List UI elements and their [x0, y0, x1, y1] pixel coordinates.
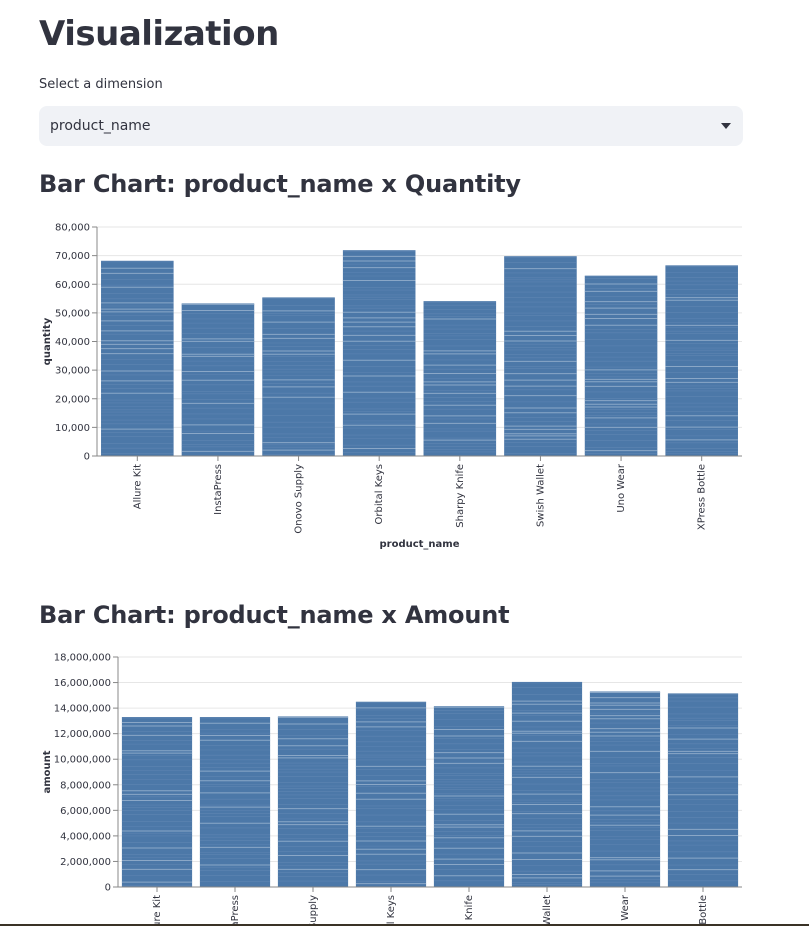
y-tick-label: 20,000	[55, 394, 90, 405]
y-tick-label: 0	[84, 452, 90, 463]
y-tick-label: 8,000,000	[60, 780, 111, 791]
x-tick-label: Sharpy Knife	[455, 464, 466, 528]
x-tick-label: Orbital Keys	[386, 895, 397, 926]
bar-rect[interactable]	[199, 717, 271, 887]
bar-instapress[interactable]	[181, 303, 255, 456]
bar-sharpy-knife[interactable]	[423, 301, 497, 456]
select-dimension-label: Select a dimension	[39, 77, 163, 92]
y-tick-label: 6,000,000	[60, 806, 111, 817]
y-tick-label: 10,000,000	[54, 755, 111, 766]
bar-orbital-keys[interactable]	[355, 701, 427, 887]
y-tick-label: 12,000,000	[54, 729, 111, 740]
bar-xpress-bottle[interactable]	[665, 265, 738, 456]
y-tick-label: 18,000,000	[54, 653, 111, 664]
x-tick-label: Swish Wallet	[542, 895, 553, 926]
y-axis-title: quantity	[42, 317, 53, 365]
x-tick-label: Sharpy Knife	[464, 895, 475, 926]
x-tick-label: Onovo Supply	[308, 895, 319, 926]
x-tick-label: Swish Wallet	[535, 464, 546, 527]
y-tick-label: 80,000	[55, 223, 90, 234]
x-tick-label: Orbital Keys	[374, 464, 385, 524]
bar-allure-kit[interactable]	[121, 717, 193, 887]
dimension-select-value: product_name	[50, 118, 151, 134]
bar-rect[interactable]	[584, 275, 658, 456]
chart-heading-amount: Bar Chart: product_name x Amount	[39, 601, 510, 629]
x-tick-label: Uno Wear	[620, 894, 631, 926]
bar-rect[interactable]	[433, 706, 505, 887]
bar-swish-wallet[interactable]	[504, 256, 577, 456]
bar-sharpy-knife[interactable]	[433, 706, 505, 887]
x-axis-title: product_name	[379, 539, 459, 550]
x-tick-label: XPress Bottle	[697, 464, 708, 530]
chevron-down-icon	[721, 123, 731, 129]
bar-rect[interactable]	[121, 717, 193, 887]
y-tick-label: 14,000,000	[54, 704, 111, 715]
bar-chart-quantity: 0 10,000 20,000 30,000 40,000 50,000 60,000 70,…	[42, 223, 742, 550]
bar-instapress[interactable]	[199, 717, 271, 887]
bar-onovo-supply[interactable]	[262, 297, 335, 456]
bar-xpress-bottle[interactable]	[667, 693, 739, 887]
dimension-select[interactable]: product_name	[39, 106, 743, 146]
y-axis-title: amount	[42, 750, 53, 793]
x-tick-label: InstaPress	[230, 895, 241, 926]
bar-swish-wallet[interactable]	[511, 681, 583, 887]
y-tick-label: 10,000	[55, 423, 90, 434]
bar-chart-amount: 0 2,000,000 4,000,000 6,000,000 8,000,000 10,…	[42, 653, 742, 926]
x-tick-label: Allure Kit	[152, 895, 163, 926]
bar-rect[interactable]	[277, 716, 349, 887]
x-tick-label: InstaPress	[213, 464, 224, 515]
y-tick-label: 4,000,000	[60, 831, 111, 842]
x-tick-label: Allure Kit	[132, 464, 143, 509]
chart-heading-quantity: Bar Chart: product_name x Quantity	[39, 170, 521, 198]
y-tick-label: 0	[105, 883, 111, 894]
y-tick-label: 70,000	[55, 251, 90, 262]
y-tick-label: 2,000,000	[60, 857, 111, 868]
page-title: Visualization	[39, 14, 279, 54]
bar-onovo-supply[interactable]	[277, 716, 349, 887]
bar-rect[interactable]	[355, 701, 427, 887]
bar-rect[interactable]	[262, 297, 335, 456]
x-tick-label: Onovo Supply	[294, 464, 305, 534]
bar-allure-kit[interactable]	[101, 260, 174, 456]
bar-uno-wear[interactable]	[584, 275, 658, 456]
y-tick-label: 16,000,000	[54, 678, 111, 689]
x-tick-label: Uno Wear	[616, 463, 627, 513]
bar-uno-wear[interactable]	[589, 691, 661, 888]
y-tick-label: 40,000	[55, 337, 90, 348]
y-tick-label: 60,000	[55, 280, 90, 291]
y-tick-label: 30,000	[55, 366, 90, 377]
bar-rect[interactable]	[101, 260, 174, 456]
y-tick-label: 50,000	[55, 308, 90, 319]
x-tick-label: XPress Bottle	[698, 895, 709, 926]
bar-orbital-keys[interactable]	[342, 250, 416, 456]
